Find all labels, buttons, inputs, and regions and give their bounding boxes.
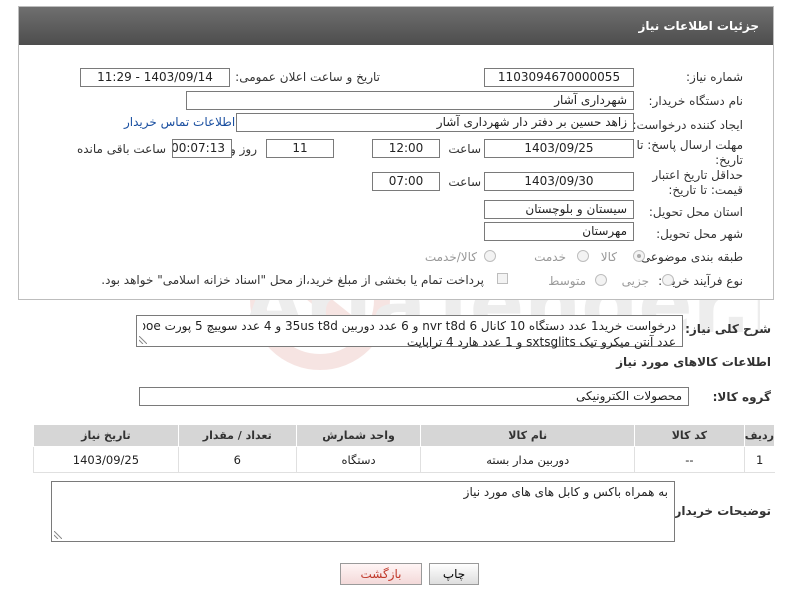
- reply-date-field: 1403/09/25: [484, 139, 634, 158]
- resize-grip-icon[interactable]: [139, 336, 147, 344]
- announce-datetime-label: تاریخ و ساعت اعلان عمومی:: [235, 70, 380, 84]
- cell-item-code: --: [634, 446, 745, 473]
- need-number-field: 1103094670000055: [484, 68, 634, 87]
- validity-date-field: 1403/09/30: [484, 172, 634, 191]
- print-button[interactable]: چاپ: [429, 563, 479, 585]
- table-row: 1 -- دوربین مدار بسته دستگاه 6 1403/09/2…: [33, 446, 775, 473]
- treasury-payment-checkbox[interactable]: [497, 273, 508, 284]
- category-radio-service[interactable]: [577, 250, 589, 262]
- cell-item-name: دوربین مدار بسته: [420, 446, 635, 473]
- category-label: طبقه بندی موضوعی:: [636, 250, 743, 264]
- col-quantity: تعداد / مقدار: [177, 424, 297, 447]
- need-number-label: شماره نیاز:: [686, 70, 743, 84]
- reply-remaining-field: 00:07:13: [172, 139, 232, 158]
- resize-grip-icon[interactable]: [54, 531, 62, 539]
- buyer-notes-box: به همراه باکس و کابل های های مورد نیاز: [51, 481, 675, 542]
- general-desc-label: شرح کلی نیاز:: [685, 322, 771, 336]
- goods-info-heading: اطلاعات کالاهای مورد نیاز: [616, 355, 771, 369]
- category-radio-goods[interactable]: [633, 250, 645, 262]
- panel-header: جزئیات اطلاعات نیاز: [19, 7, 773, 45]
- buyer-contact-link[interactable]: اطلاعات تماس خریدار: [124, 115, 235, 129]
- process-radio-minor[interactable]: [662, 274, 674, 286]
- remaining-label: ساعت باقی مانده: [76, 142, 166, 156]
- desc-line-2: عدد آنتن میکرو تیک sxtsglits و 1 عدد هار…: [406, 335, 676, 349]
- province-label: استان محل تحویل:: [648, 205, 743, 219]
- col-item-name: نام کالا: [420, 424, 635, 447]
- requester-label: ایجاد کننده درخواست:: [632, 118, 743, 132]
- buyer-notes-text: به همراه باکس و کابل های های مورد نیاز: [463, 485, 668, 499]
- desc-line-1: درخواست خرید1 عدد دستگاه 10 کانال nvr t8…: [143, 319, 676, 333]
- goods-table: ردیف کد کالا نام کالا واحد شمارش تعداد /…: [33, 424, 776, 473]
- col-item-code: کد کالا: [634, 424, 745, 447]
- validity-time-label: ساعت: [448, 175, 481, 189]
- cell-quantity: 6: [177, 446, 297, 473]
- validity-time-field: 07:00: [372, 172, 440, 191]
- cell-row-number: 1: [743, 446, 775, 473]
- process-option-medium: متوسط: [548, 274, 586, 288]
- announce-datetime-field: 1403/09/14 - 11:29: [80, 68, 230, 87]
- cell-unit: دستگاه: [295, 446, 421, 473]
- category-option-goods: کالا: [600, 250, 617, 264]
- col-unit: واحد شمارش: [295, 424, 422, 447]
- requester-field: زاهد حسین بر دفتر دار شهرداری آشار: [236, 113, 634, 132]
- goods-group-field: محصولات الکترونیکی: [139, 387, 689, 406]
- reply-time-field: 12:00: [372, 139, 440, 158]
- panel-title: جزئیات اطلاعات نیاز: [638, 19, 759, 33]
- category-option-goods-service: کالا/خدمت: [424, 250, 477, 264]
- province-field: سیستان و بلوچستان: [484, 200, 634, 219]
- day-and-label: روز و: [230, 142, 257, 156]
- buyer-notes-label: توضیحات خریدار:: [669, 504, 771, 518]
- process-option-minor: جزیی: [621, 274, 649, 288]
- general-desc-box: درخواست خرید1 عدد دستگاه 10 کانال nvr t8…: [136, 315, 683, 349]
- city-label: شهر محل تحویل:: [656, 227, 743, 241]
- buyer-org-label: نام دستگاه خریدار:: [648, 94, 744, 108]
- reply-time-label: ساعت: [448, 142, 481, 156]
- treasury-payment-note: پرداخت تمام یا بخشی از مبلغ خرید،از محل …: [101, 273, 484, 287]
- buyer-org-field: شهرداری آشار: [186, 91, 634, 110]
- col-row-number: ردیف: [743, 424, 776, 447]
- col-need-date: تاریخ نیاز: [33, 424, 179, 447]
- city-field: مهرستان: [484, 222, 634, 241]
- goods-table-header: ردیف کد کالا نام کالا واحد شمارش تعداد /…: [33, 424, 776, 447]
- category-radio-goods-service[interactable]: [484, 250, 496, 262]
- process-radio-medium[interactable]: [595, 274, 607, 286]
- category-option-service: خدمت: [534, 250, 566, 264]
- reply-days-field: 11: [266, 139, 334, 158]
- back-button[interactable]: بازگشت: [340, 563, 422, 585]
- reply-deadline-label: مهلت ارسال پاسخ: تا تاریخ:: [636, 138, 743, 167]
- goods-group-label: گروه کالا:: [712, 390, 771, 404]
- validity-deadline-label: حداقل تاریخ اعتبار قیمت: تا تاریخ:: [652, 168, 743, 197]
- cell-need-date: 1403/09/25: [33, 446, 179, 473]
